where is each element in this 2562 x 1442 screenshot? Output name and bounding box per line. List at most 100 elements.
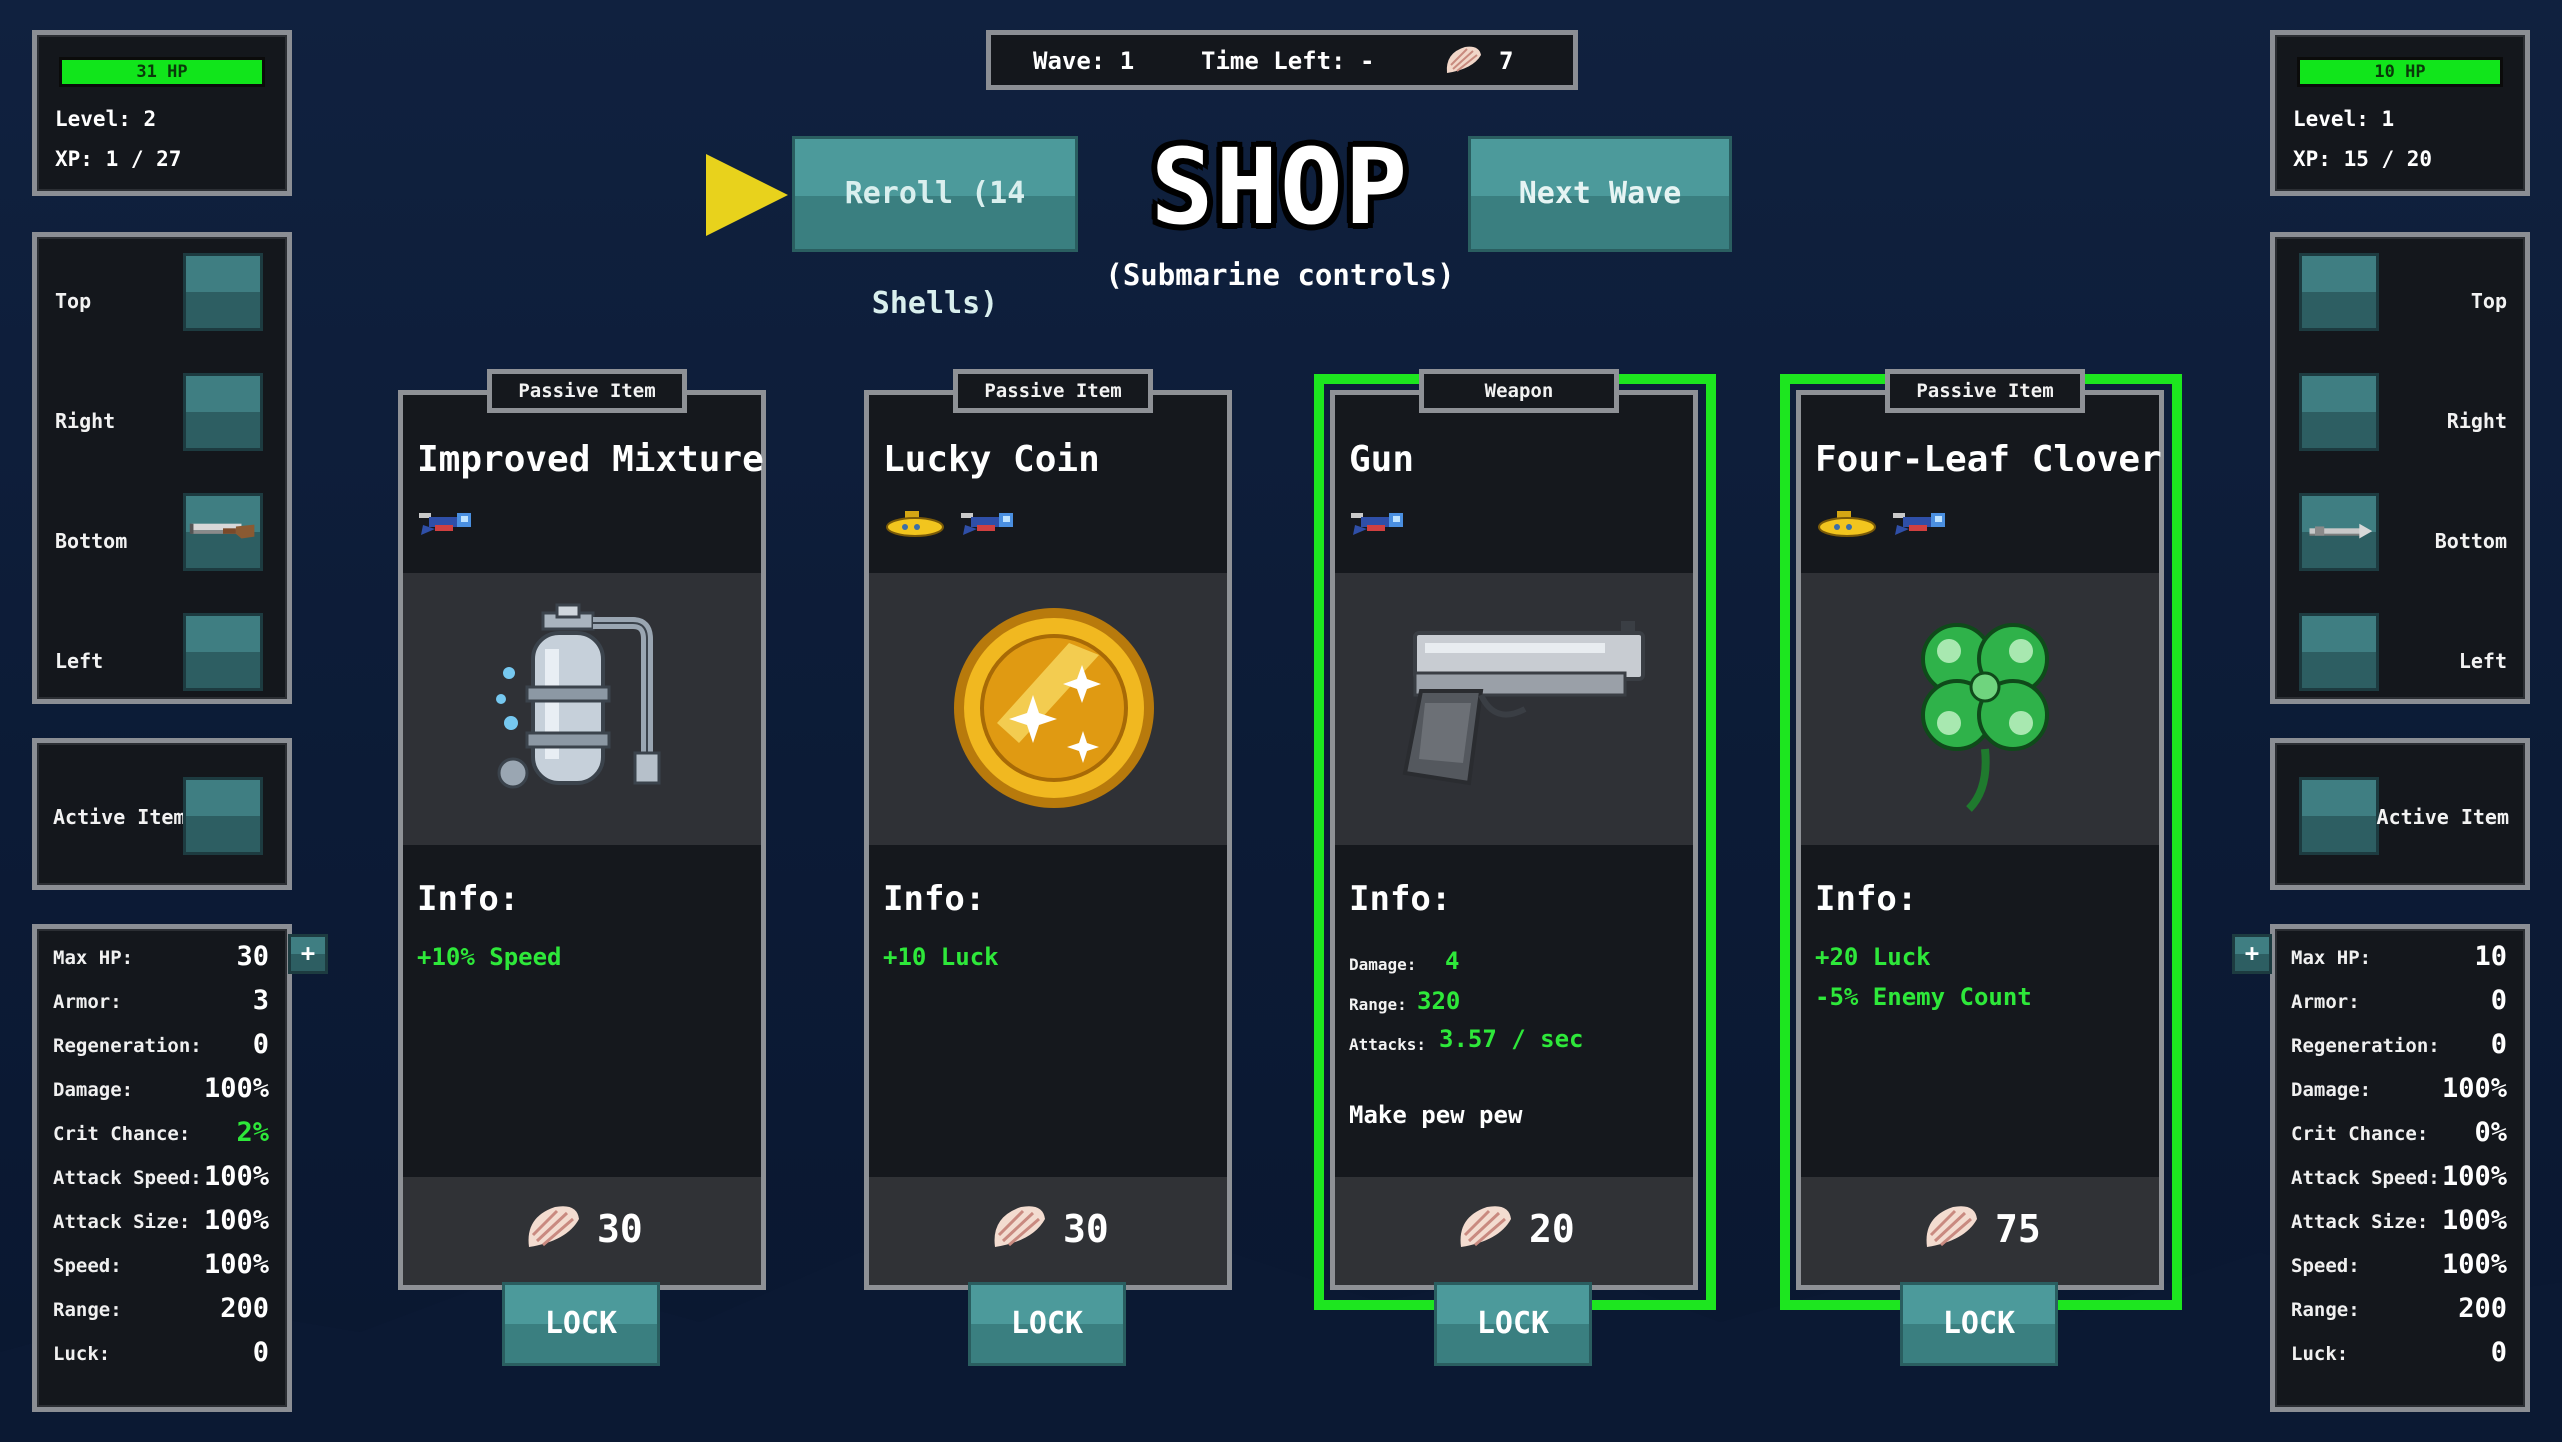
active-item-slot-button[interactable]	[183, 777, 263, 855]
class-icons	[1349, 507, 1415, 547]
item-price: 30	[1063, 1207, 1109, 1251]
item-price: 20	[1529, 1207, 1575, 1251]
item-art	[1335, 573, 1693, 845]
xp-label: XP: 15 / 20	[2293, 147, 2433, 171]
shop-subtitle: (Submarine controls)	[1105, 258, 1455, 292]
stat-value: 10	[2474, 941, 2507, 972]
slot-left-button[interactable]	[183, 613, 263, 691]
item-name: Improved Mixture	[417, 439, 764, 480]
shop-card[interactable]: Passive Item Four-Leaf Clover Info: +20 …	[1796, 369, 2164, 1290]
stat-value: 100%	[203, 1205, 269, 1236]
diver-icon	[1892, 513, 1945, 535]
item-art	[1801, 573, 2159, 845]
weapon-stat-value: 3.57 / sec	[1439, 1025, 1584, 1053]
stat-value: 200	[2458, 1293, 2507, 1324]
stats-expand-button[interactable]: +	[2232, 934, 2272, 974]
slot-label-bottom: Bottom	[55, 529, 128, 553]
stat-value: 100%	[203, 1249, 269, 1280]
slot-top-button[interactable]	[183, 253, 263, 331]
time-left-label: Time Left: -	[1201, 47, 1375, 75]
stat-name: Damage:	[53, 1079, 134, 1101]
item-name: Four-Leaf Clover	[1815, 439, 2162, 480]
class-icons	[1815, 507, 1957, 547]
stat-row: Luck: 0	[53, 1335, 269, 1375]
stat-value: 0	[2490, 1029, 2507, 1060]
stat-row: Crit Chance: 2%	[53, 1115, 269, 1155]
reroll-button[interactable]: Reroll (14 Shells)	[792, 136, 1078, 321]
player-right-active-item-panel: Active Item	[2270, 738, 2530, 890]
stat-row: Regeneration: 0	[53, 1027, 269, 1067]
stat-value: 30	[236, 941, 269, 972]
slot-bottom-button[interactable]	[183, 493, 263, 571]
price-bar: 20	[1335, 1177, 1693, 1285]
slot-row-bottom: Bottom	[2275, 489, 2525, 571]
slot-row-bottom: Bottom	[37, 489, 287, 571]
lock-button[interactable]: LOCK	[1434, 1282, 1592, 1366]
stat-row: Range: 200	[53, 1291, 269, 1331]
shotgun-icon	[189, 523, 255, 539]
shell-count: 7	[1499, 47, 1514, 75]
stat-row: Attack Speed: 100%	[2291, 1159, 2507, 1199]
slot-top-button[interactable]	[2299, 253, 2379, 331]
next-wave-button[interactable]: Next Wave	[1468, 136, 1732, 252]
shop-card[interactable]: Passive Item Improved Mixture Info: +10%…	[398, 369, 766, 1290]
active-item-label: Active Item	[2376, 805, 2509, 829]
stat-value: 200	[220, 1293, 269, 1324]
weapon-stat-name: Damage:	[1349, 955, 1417, 974]
stat-value: 100%	[2441, 1073, 2507, 1104]
stat-name: Crit Chance:	[53, 1123, 191, 1145]
seashell-icon	[1460, 1206, 1511, 1247]
slot-bottom-button[interactable]	[2299, 493, 2379, 571]
shop-card[interactable]: Passive Item Lucky Coin Info: +10 Luck 3…	[864, 369, 1232, 1290]
oxygen-tank-icon	[496, 603, 661, 789]
stat-row: Attack Speed: 100%	[53, 1159, 269, 1199]
active-item-label: Active Item	[53, 805, 186, 829]
player-left-status-panel: 31 HP Level: 2 XP: 1 / 27	[32, 30, 292, 196]
price-bar: 75	[1801, 1177, 2159, 1285]
player-right-stats-panel: Max HP: 10 Armor: 0 Regeneration: 0 Damage:…	[2270, 924, 2530, 1412]
weapon-stat-name: Range:	[1349, 995, 1407, 1014]
slot-right-button[interactable]	[2299, 373, 2379, 451]
stat-name: Armor:	[2291, 991, 2360, 1013]
stat-row: Attack Size: 100%	[53, 1203, 269, 1243]
item-name: Lucky Coin	[883, 439, 1100, 480]
item-effect: -5% Enemy Count	[1815, 983, 2032, 1011]
stat-row: Speed: 100%	[2291, 1247, 2507, 1287]
lock-button[interactable]: LOCK	[968, 1282, 1126, 1366]
stat-value: 0	[252, 1337, 269, 1368]
stats-expand-button[interactable]: +	[288, 934, 328, 974]
hp-text: 31 HP	[136, 62, 188, 82]
price-bar: 30	[869, 1177, 1227, 1285]
clover-icon	[1921, 623, 2049, 812]
slot-row-top: Top	[2275, 249, 2525, 331]
lock-button[interactable]: LOCK	[502, 1282, 660, 1366]
stat-row: Max HP: 10	[2291, 939, 2507, 979]
item-art	[869, 573, 1227, 845]
player-right-weapon-slots: Top Right Bottom Left	[2270, 232, 2530, 704]
harpoon-icon	[2309, 523, 2373, 539]
wave-label: Wave: 1	[1033, 47, 1135, 75]
slot-label-left: Left	[2458, 649, 2507, 673]
slot-row-left: Left	[2275, 609, 2525, 691]
stat-row: Armor: 0	[2291, 983, 2507, 1023]
stat-name: Speed:	[53, 1255, 122, 1277]
stat-name: Attack Size:	[2291, 1211, 2429, 1233]
lock-button[interactable]: LOCK	[1900, 1282, 2058, 1366]
info-heading: Info:	[1349, 879, 1452, 919]
slot-right-button[interactable]	[183, 373, 263, 451]
item-type-tag: Passive Item	[1885, 369, 2085, 413]
item-type-tag: Passive Item	[953, 369, 1153, 413]
hp-bar: 31 HP	[59, 57, 265, 87]
seashell-icon	[528, 1206, 579, 1247]
stat-name: Attack Size:	[53, 1211, 191, 1233]
active-item-slot-button[interactable]	[2299, 777, 2379, 855]
item-art	[403, 573, 761, 845]
stat-name: Max HP:	[53, 947, 134, 969]
shop-card[interactable]: Weapon Gun Info: Damage: 4 Range: 320 At…	[1330, 369, 1698, 1290]
diver-icon	[960, 513, 1013, 535]
slot-left-button[interactable]	[2299, 613, 2379, 691]
pistol-icon	[1402, 621, 1645, 786]
stat-name: Crit Chance:	[2291, 1123, 2429, 1145]
hp-bar: 10 HP	[2297, 57, 2503, 87]
stat-value: 0%	[2474, 1117, 2507, 1148]
